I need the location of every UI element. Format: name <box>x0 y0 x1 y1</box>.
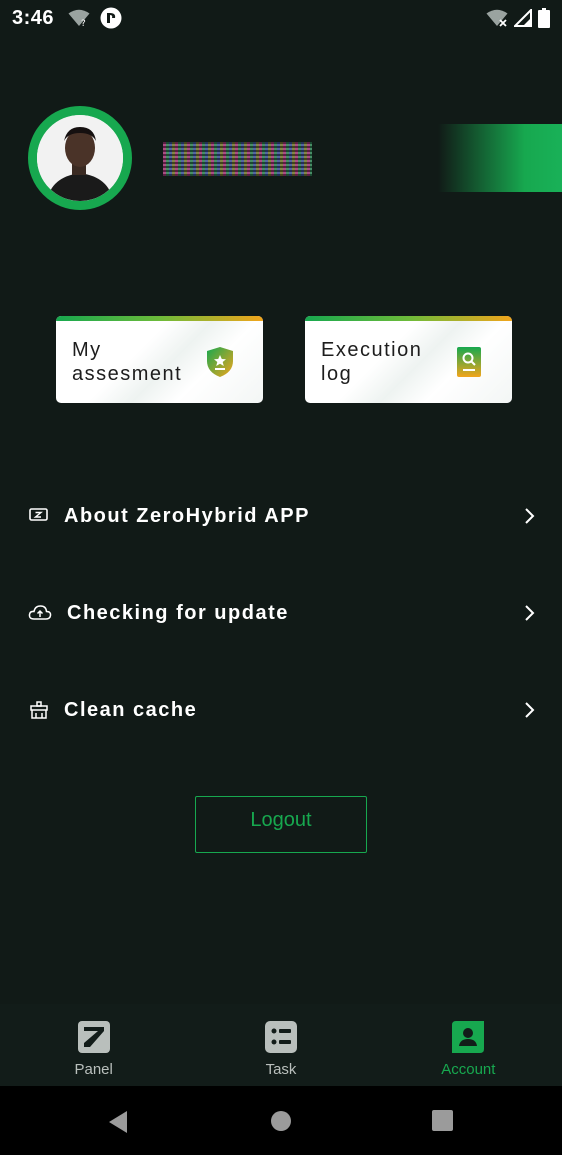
profile-section <box>28 106 132 210</box>
task-list-icon <box>264 1021 297 1053</box>
nav-label: Panel <box>74 1061 113 1078</box>
logout-button[interactable]: Logout <box>195 796 367 853</box>
svg-text:?: ? <box>81 19 86 27</box>
app-notification-icon <box>100 7 122 29</box>
chevron-right-icon <box>525 508 535 524</box>
display-z-icon <box>29 508 48 521</box>
accent-stripe <box>438 124 562 192</box>
menu-item-clean-cache[interactable]: Clean cache <box>0 684 562 736</box>
status-bar: 3:46 ? <box>0 0 562 36</box>
menu-item-label: Checking for update <box>67 601 289 624</box>
cloud-upload-icon <box>28 605 52 620</box>
recents-icon[interactable] <box>432 1110 453 1131</box>
nav-tab-account[interactable]: Account <box>375 1004 562 1086</box>
back-icon[interactable] <box>107 1110 129 1134</box>
card-label: Execution log <box>321 339 423 385</box>
nav-tab-panel[interactable]: Panel <box>0 1004 187 1086</box>
broom-icon <box>30 701 48 719</box>
menu-item-about[interactable]: About ZeroHybrid APP <box>0 490 562 542</box>
wifi-unknown-icon: ? <box>68 9 90 27</box>
my-assessment-card[interactable]: My assesment <box>56 316 263 403</box>
chevron-right-icon <box>525 605 535 621</box>
z-logo-icon <box>77 1021 110 1053</box>
nav-label: Account <box>441 1061 496 1078</box>
username-redacted <box>163 142 312 176</box>
nav-tab-task[interactable]: Task <box>187 1004 374 1086</box>
person-photo-icon <box>37 115 123 201</box>
menu-item-label: Clean cache <box>64 698 198 721</box>
bottom-nav: Panel Task Account <box>0 1004 562 1086</box>
battery-icon <box>538 8 550 28</box>
chevron-right-icon <box>525 702 535 718</box>
shield-star-icon <box>207 347 233 377</box>
search-document-icon <box>457 347 481 377</box>
execution-log-card[interactable]: Execution log <box>305 316 512 403</box>
menu-item-check-update[interactable]: Checking for update <box>0 587 562 639</box>
status-time: 3:46 <box>12 6 55 29</box>
card-label: My assesment <box>72 339 183 385</box>
avatar[interactable] <box>28 106 132 210</box>
menu-item-label: About ZeroHybrid APP <box>64 504 310 527</box>
home-icon[interactable] <box>271 1111 291 1131</box>
nav-label: Task <box>265 1061 297 1078</box>
account-card-icon <box>452 1021 485 1053</box>
wifi-off-icon <box>486 9 508 27</box>
signal-icon <box>514 9 532 27</box>
system-nav-bar <box>0 1086 562 1155</box>
